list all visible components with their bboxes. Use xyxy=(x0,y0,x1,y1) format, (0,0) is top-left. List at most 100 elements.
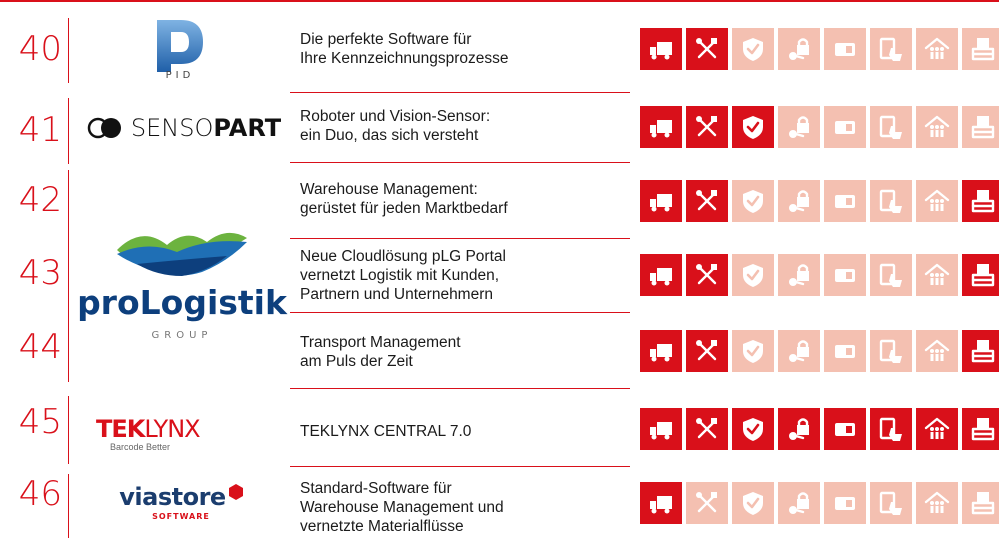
inbox-tray-tile xyxy=(962,180,999,222)
touch-device-icon xyxy=(879,189,902,213)
inbox-tray-tile xyxy=(962,482,999,524)
description-line: Transport Management xyxy=(300,334,461,351)
tools-tile xyxy=(686,28,728,70)
description-line: vernetzt Logistik mit Kunden, xyxy=(300,267,500,284)
touch-device-tile xyxy=(870,106,912,148)
entry-description: Standard-Software für Warehouse Manageme… xyxy=(300,479,600,536)
viastore-logo-sub: SOFTWARE xyxy=(152,512,210,521)
row-separator xyxy=(290,312,630,313)
sim-card-tile xyxy=(824,408,866,450)
row-separator xyxy=(290,162,630,163)
truck-tile xyxy=(640,106,682,148)
teklynx-logo-lynx: LYNX xyxy=(144,415,200,443)
tools-tile xyxy=(686,482,728,524)
people-house-icon xyxy=(924,37,950,59)
sensopart-logo-bold: PART xyxy=(213,114,282,142)
prologistik-logo-mark xyxy=(117,232,247,276)
category-icons-row xyxy=(640,408,999,450)
truck-tile xyxy=(640,408,682,450)
touch-device-icon xyxy=(879,115,902,139)
shield-icon xyxy=(743,492,763,515)
touch-device-tile xyxy=(870,408,912,450)
people-house-icon xyxy=(924,491,950,513)
people-house-tile xyxy=(916,330,958,372)
shield-tile xyxy=(732,106,774,148)
description-line: ein Duo, das sich versteht xyxy=(300,127,479,144)
prologistik-logo-sub: GROUP xyxy=(151,329,213,341)
description-line: TEKLYNX CENTRAL 7.0 xyxy=(300,423,472,440)
shield-tile xyxy=(732,28,774,70)
sim-card-tile xyxy=(824,254,866,296)
inbox-tray-tile xyxy=(962,254,999,296)
lock-key-icon xyxy=(789,38,809,60)
sensopart-logo-light: SENSO xyxy=(130,114,214,142)
inbox-tray-icon xyxy=(971,190,995,213)
inbox-tray-icon xyxy=(971,418,995,441)
viastore-logo: viastore SOFTWARE xyxy=(106,476,256,528)
lock-key-tile xyxy=(778,408,820,450)
shield-tile xyxy=(732,408,774,450)
inbox-tray-icon xyxy=(971,116,995,139)
category-icons-row xyxy=(640,106,999,148)
entry-number: 45 xyxy=(18,402,62,442)
touch-device-icon xyxy=(879,37,902,61)
entry-number: 41 xyxy=(18,110,62,150)
description-line: gerüstet für jeden Marktbedarf xyxy=(300,200,508,217)
entry-description: Die perfekte Software für Ihre Kennzeich… xyxy=(300,30,600,68)
lock-key-tile xyxy=(778,106,820,148)
teklynx-logo-tek: TEK xyxy=(96,415,145,443)
lock-key-icon xyxy=(789,340,809,362)
tools-icon xyxy=(696,492,717,513)
category-icons-row xyxy=(640,28,999,70)
touch-device-tile xyxy=(870,254,912,296)
shield-icon xyxy=(743,340,763,363)
tools-tile xyxy=(686,180,728,222)
pid-logo-text: PID xyxy=(165,70,195,81)
entry-description: Roboter und Vision-Sensor: ein Duo, das … xyxy=(300,107,600,145)
touch-device-tile xyxy=(870,28,912,70)
lock-key-icon xyxy=(789,418,809,440)
row-separator xyxy=(290,388,630,389)
sim-card-tile xyxy=(824,28,866,70)
sim-card-icon xyxy=(835,121,855,134)
prologistik-logo-text: proLogistik xyxy=(77,282,287,322)
people-house-icon xyxy=(924,115,950,137)
sensopart-logo: SENSO PART xyxy=(84,108,284,148)
inbox-tray-tile xyxy=(962,408,999,450)
shield-tile xyxy=(732,180,774,222)
viastore-logo-mark xyxy=(228,484,243,500)
entry-description: TEKLYNX CENTRAL 7.0 xyxy=(300,422,600,441)
truck-icon xyxy=(650,344,672,362)
entry-number: 44 xyxy=(18,327,62,367)
tools-icon xyxy=(696,264,717,285)
entry-number: 42 xyxy=(18,180,62,220)
tools-icon xyxy=(696,190,717,211)
truck-icon xyxy=(650,496,672,514)
sim-card-icon xyxy=(835,345,855,358)
category-icons-row xyxy=(640,254,999,296)
shield-tile xyxy=(732,254,774,296)
shield-icon xyxy=(743,38,763,61)
tools-icon xyxy=(696,116,717,137)
category-icons-row xyxy=(640,180,999,222)
tools-icon xyxy=(696,38,717,59)
sim-card-tile xyxy=(824,482,866,524)
people-house-icon xyxy=(924,339,950,361)
truck-tile xyxy=(640,28,682,70)
inbox-tray-tile xyxy=(962,330,999,372)
people-house-icon xyxy=(924,417,950,439)
truck-icon xyxy=(650,268,672,286)
people-house-tile xyxy=(916,28,958,70)
touch-device-icon xyxy=(879,417,902,441)
top-rule xyxy=(0,0,999,2)
inbox-tray-tile xyxy=(962,28,999,70)
lock-key-tile xyxy=(778,482,820,524)
description-line: Partnern und Unternehmern xyxy=(300,286,494,303)
entry-number: 43 xyxy=(18,253,62,293)
entry-number: 46 xyxy=(18,474,62,514)
row-separator xyxy=(290,92,630,93)
touch-device-icon xyxy=(879,491,902,515)
tools-tile xyxy=(686,106,728,148)
sim-card-tile xyxy=(824,106,866,148)
sim-card-icon xyxy=(835,423,855,436)
